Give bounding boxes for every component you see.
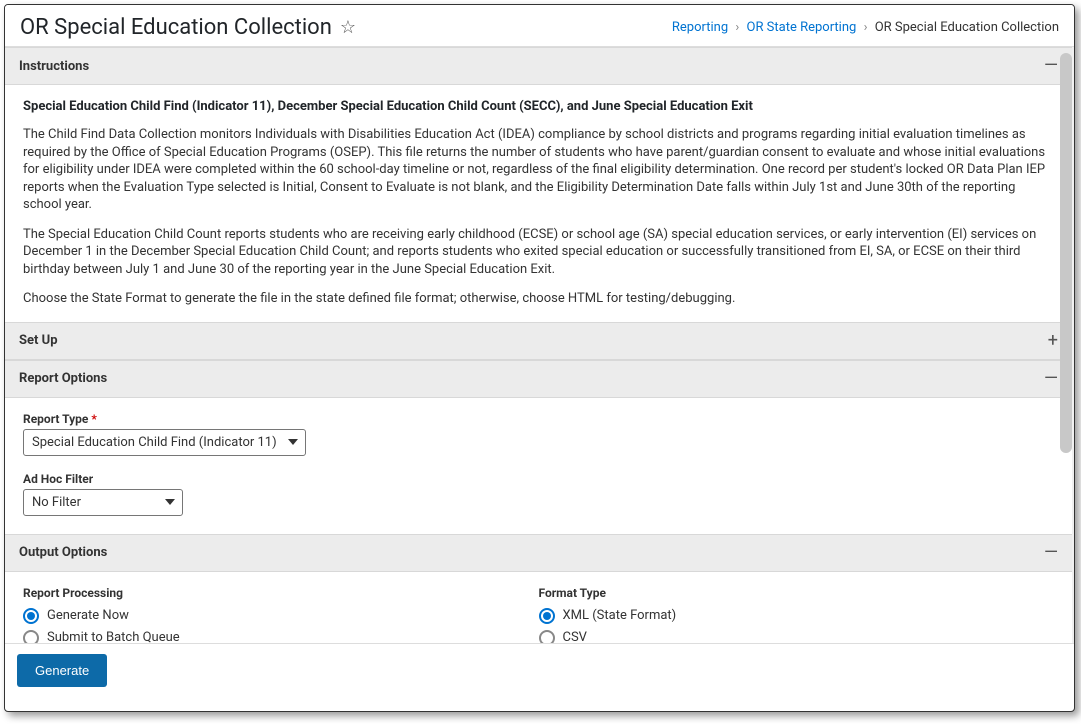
- scrollbar-thumb[interactable]: [1060, 53, 1072, 453]
- breadcrumb-current: OR Special Education Collection: [875, 20, 1059, 35]
- report-type-select-value: Special Education Child Find (Indicator …: [23, 429, 306, 456]
- setup-header-label: Set Up: [19, 333, 58, 348]
- instructions-panel-header[interactable]: Instructions —: [5, 47, 1072, 85]
- generate-button[interactable]: Generate: [17, 654, 107, 687]
- page-title: OR Special Education Collection: [20, 15, 332, 40]
- scroll-area[interactable]: Instructions — Special Education Child F…: [5, 47, 1074, 643]
- report-type-label: Report Type *: [23, 412, 1054, 426]
- adhoc-filter-label: Ad Hoc Filter: [23, 472, 1054, 486]
- report-type-select[interactable]: Special Education Child Find (Indicator …: [23, 429, 306, 456]
- collapse-icon: —: [1044, 370, 1058, 388]
- expand-icon: +: [1048, 332, 1058, 350]
- radio-xml[interactable]: XML (State Format): [539, 608, 1055, 624]
- required-indicator: *: [91, 412, 96, 426]
- report-options-panel: Report Options — Report Type * Special E…: [5, 360, 1072, 534]
- output-options-header-label: Output Options: [19, 545, 107, 560]
- footer: Generate: [5, 643, 1074, 705]
- breadcrumb: Reporting › OR State Reporting › OR Spec…: [672, 20, 1059, 35]
- radio-submit-batch-label: Submit to Batch Queue: [47, 630, 180, 643]
- report-options-panel-header[interactable]: Report Options —: [5, 360, 1072, 398]
- output-options-panel: Output Options — Report Processing Gener…: [5, 534, 1072, 643]
- instructions-title: Special Education Child Find (Indicator …: [23, 99, 1054, 114]
- radio-csv[interactable]: CSV: [539, 630, 1055, 643]
- output-options-panel-header[interactable]: Output Options —: [5, 534, 1072, 572]
- setup-panel-header[interactable]: Set Up +: [5, 322, 1072, 360]
- format-type-col: Format Type XML (State Format) CSV HTML: [539, 586, 1055, 643]
- header-left: OR Special Education Collection ☆: [20, 15, 356, 40]
- output-row: Report Processing Generate Now Submit to…: [23, 586, 1054, 643]
- collapse-icon: —: [1044, 544, 1058, 562]
- instructions-para-2: The Special Education Child Count report…: [23, 226, 1054, 279]
- radio-icon: [23, 608, 39, 624]
- breadcrumb-link-state-reporting[interactable]: OR State Reporting: [747, 20, 857, 35]
- radio-icon: [539, 630, 555, 643]
- report-type-label-text: Report Type: [23, 412, 88, 426]
- radio-icon: [539, 608, 555, 624]
- radio-submit-batch[interactable]: Submit to Batch Queue: [23, 630, 539, 643]
- instructions-panel: Instructions — Special Education Child F…: [5, 47, 1072, 322]
- favorite-star-icon[interactable]: ☆: [340, 17, 356, 38]
- report-type-field: Report Type * Special Education Child Fi…: [23, 412, 1054, 456]
- page-container: OR Special Education Collection ☆ Report…: [4, 4, 1075, 712]
- breadcrumb-link-reporting[interactable]: Reporting: [672, 20, 728, 35]
- report-options-body: Report Type * Special Education Child Fi…: [5, 398, 1072, 534]
- radio-generate-now[interactable]: Generate Now: [23, 608, 539, 624]
- radio-generate-now-label: Generate Now: [47, 608, 129, 623]
- instructions-body: Special Education Child Find (Indicator …: [5, 85, 1072, 322]
- adhoc-filter-select[interactable]: No Filter: [23, 489, 183, 516]
- breadcrumb-separator-icon: ›: [864, 20, 868, 35]
- report-processing-label: Report Processing: [23, 586, 539, 600]
- radio-icon: [23, 630, 39, 643]
- report-options-header-label: Report Options: [19, 371, 107, 386]
- radio-xml-label: XML (State Format): [563, 608, 677, 623]
- report-processing-col: Report Processing Generate Now Submit to…: [23, 586, 539, 643]
- format-type-label: Format Type: [539, 586, 1055, 600]
- adhoc-filter-field: Ad Hoc Filter No Filter: [23, 472, 1054, 516]
- breadcrumb-separator-icon: ›: [735, 20, 739, 35]
- output-options-body: Report Processing Generate Now Submit to…: [5, 572, 1072, 643]
- radio-csv-label: CSV: [563, 630, 587, 643]
- instructions-para-1: The Child Find Data Collection monitors …: [23, 126, 1054, 214]
- instructions-para-3: Choose the State Format to generate the …: [23, 290, 1054, 308]
- adhoc-filter-select-value: No Filter: [23, 489, 183, 516]
- instructions-header-label: Instructions: [19, 59, 89, 74]
- page-header: OR Special Education Collection ☆ Report…: [5, 5, 1074, 47]
- setup-panel: Set Up +: [5, 322, 1072, 360]
- collapse-icon: —: [1044, 57, 1058, 75]
